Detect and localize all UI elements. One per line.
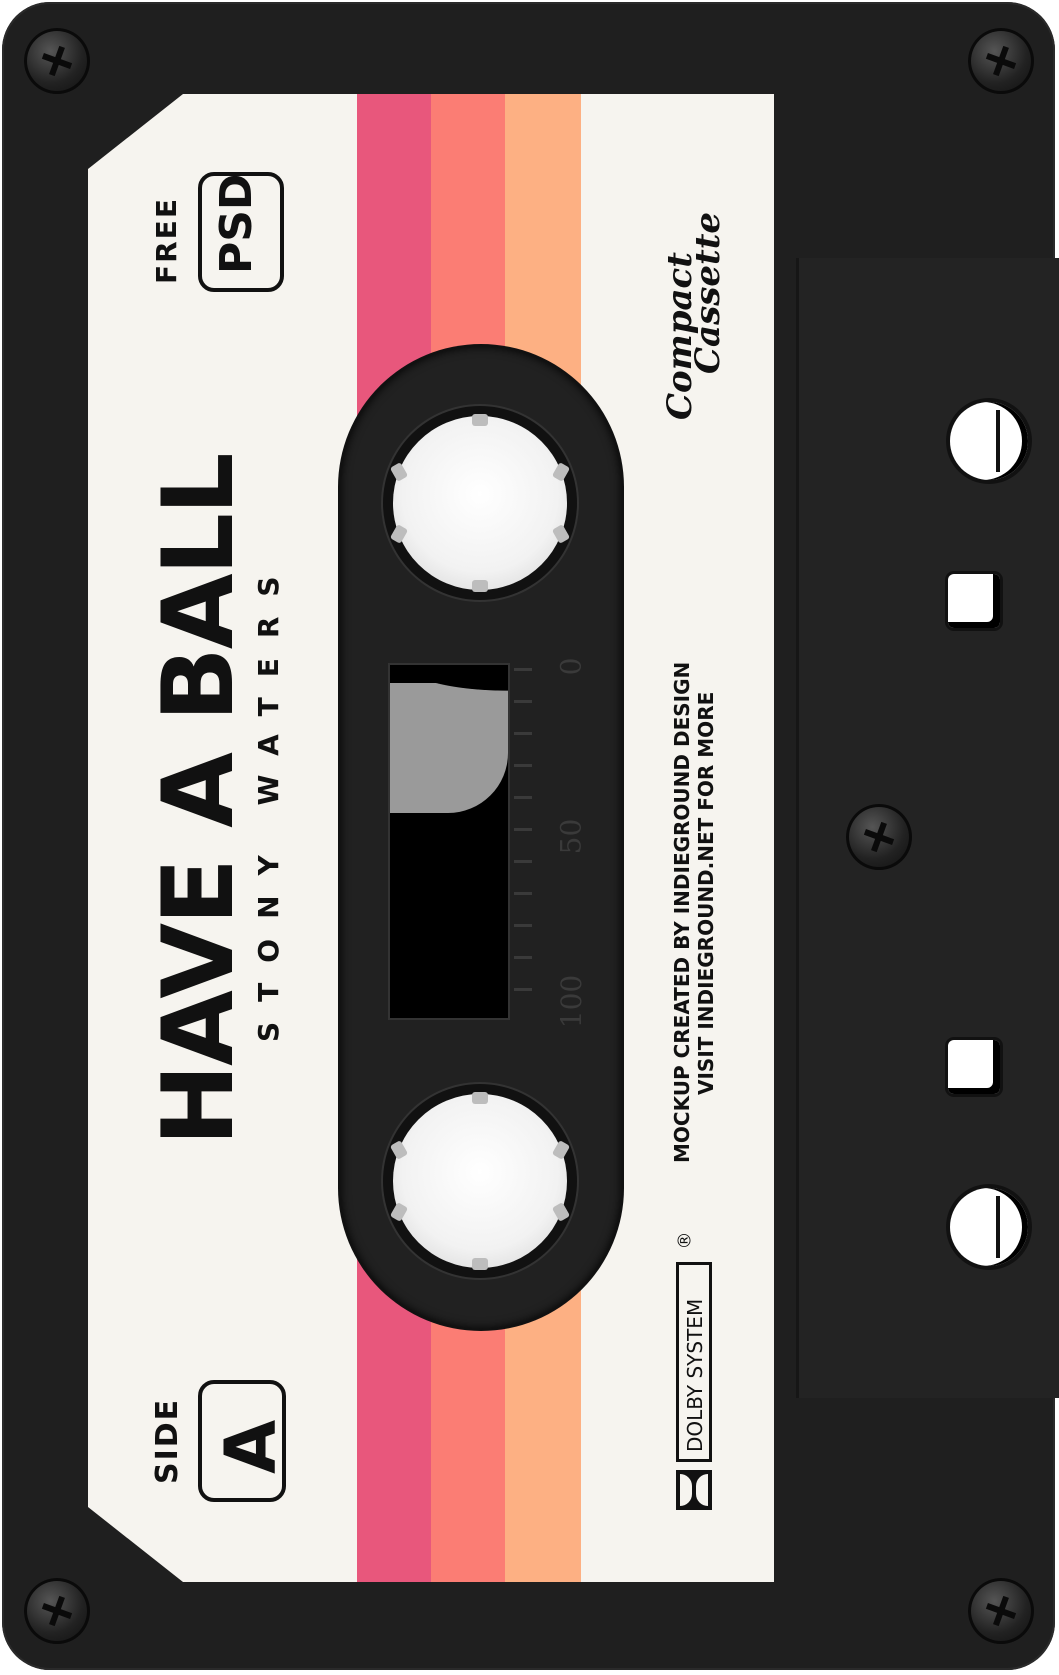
- credit-line-1: MOCKUP CREATED BY INDIEGROUND DESIGN: [670, 661, 694, 1163]
- tape-spool: [390, 683, 508, 813]
- free-text: FREE: [150, 197, 183, 284]
- edge-hole-round-top: [950, 402, 1028, 480]
- side-letter: A: [210, 1419, 292, 1474]
- edge-hole-square-top: [948, 574, 1000, 628]
- tape-viewer: [388, 663, 510, 1020]
- top-reel: [389, 414, 571, 592]
- screw-icon: [846, 804, 912, 870]
- album-title: HAVE A BALL: [142, 454, 256, 1146]
- edge-hole-square-bottom: [948, 1040, 1000, 1094]
- screw-icon: [24, 1578, 90, 1644]
- dolby-logo-icon: [676, 1470, 712, 1510]
- credit-line-2: VISIT INDIEGROUND.NET FOR MORE: [694, 691, 718, 1095]
- screw-icon: [24, 28, 90, 94]
- registered-mark: ®: [674, 1231, 696, 1250]
- dolby-text: DOLBY SYSTEM: [683, 1298, 707, 1452]
- screw-icon: [968, 1578, 1034, 1644]
- brand-cassette: Cassette: [688, 211, 728, 374]
- scale-mark-0: 0: [554, 657, 588, 676]
- edge-hole-round-bottom: [950, 1188, 1028, 1266]
- psd-badge-text: PSD: [211, 173, 262, 274]
- scale-mark-100: 100: [555, 974, 589, 1029]
- artist-name: STONY WATERS: [252, 556, 285, 1042]
- tape-scale-ticks: [514, 660, 534, 1020]
- side-text: SIDE: [150, 1397, 185, 1484]
- scale-mark-50: 50: [554, 818, 588, 855]
- screw-icon: [968, 28, 1034, 94]
- bottom-reel: [389, 1092, 571, 1270]
